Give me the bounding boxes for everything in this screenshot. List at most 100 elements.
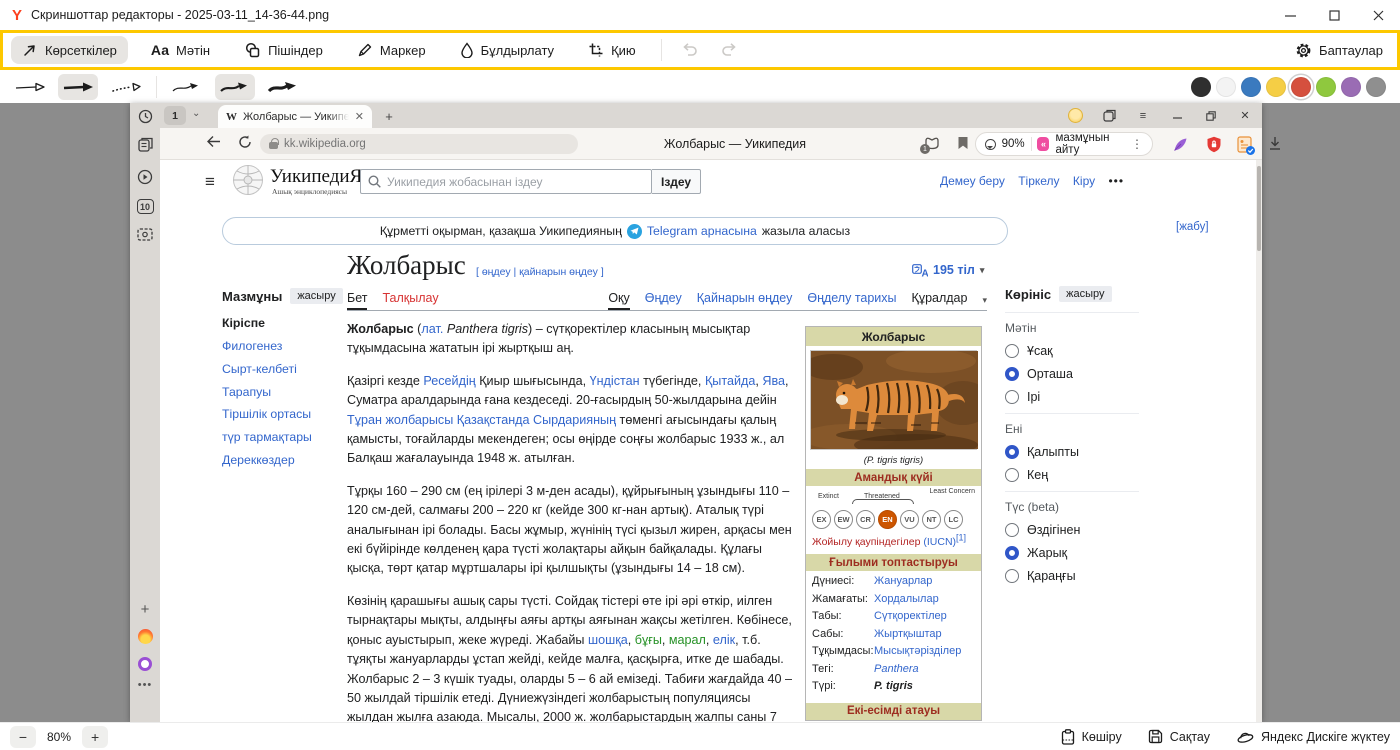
color-swatch-blue[interactable] [1241,77,1261,97]
toc-item-appearance[interactable]: Сырт-келбеті [222,362,340,377]
browser-minimize-button[interactable] [1160,111,1194,120]
minimize-button[interactable] [1268,0,1312,30]
tab-read[interactable]: Оқу [608,291,629,310]
wiki-menu-icon[interactable]: ≡ [205,172,215,192]
radio-icon[interactable] [1005,344,1019,358]
radio-width-standard[interactable]: Қалыпты [1005,445,1139,459]
copy-button[interactable]: Көшіру [1061,729,1122,745]
arrow-style-sketch-medium[interactable] [215,74,255,100]
radio-text-large[interactable]: Ірі [1005,390,1139,404]
copy-tabs-icon[interactable] [1092,109,1126,122]
arrows-tool-button[interactable]: Көрсеткілер [11,36,128,64]
browser-zoom-level[interactable]: 90% [1002,138,1025,150]
history-icon[interactable] [130,109,160,124]
crop-tool-button[interactable]: Қию [577,36,647,64]
marker-tool-button[interactable]: Маркер [346,36,437,64]
color-swatch-black[interactable] [1191,77,1211,97]
browser-avatar[interactable] [1058,108,1092,123]
radio-icon[interactable] [1005,569,1019,583]
browser-close-button[interactable]: ✕ [1228,109,1262,122]
status-link[interactable]: Жойылу қаупіндегілер [812,536,920,548]
search-button[interactable]: Іздеу [652,169,701,194]
zen-flame-icon[interactable] [130,629,160,644]
radio-text-standard[interactable]: Орташа [1005,367,1139,381]
redo-button[interactable] [716,36,744,64]
register-link[interactable]: Тіркелу [1018,174,1059,188]
undo-button[interactable] [676,36,704,64]
color-swatch-white[interactable] [1216,77,1236,97]
back-icon[interactable] [206,135,221,148]
radio-color-auto[interactable]: Өздігінен [1005,523,1139,537]
tab-edit-source[interactable]: Қайнарын өңдеу [697,291,793,310]
panels-icon[interactable] [130,137,160,152]
tabs-chevron-icon[interactable]: ⌄ [192,108,200,119]
tab-close-icon[interactable]: ✕ [355,110,364,123]
tiger-image[interactable] [810,350,977,450]
toc-item-references[interactable]: Дереккөздер [222,453,340,468]
radio-width-wide[interactable]: Кең [1005,468,1139,482]
toc-item-intro[interactable]: Кіріспе [222,316,340,331]
radio-text-small[interactable]: Ұсақ [1005,344,1139,358]
scrollbar-thumb[interactable] [1257,166,1261,251]
radio-icon[interactable] [1005,390,1019,404]
protect-shield-icon[interactable] [1206,136,1222,153]
donate-link[interactable]: Демеу беру [940,174,1005,188]
radio-icon[interactable] [1005,367,1019,381]
browser-tab[interactable]: W Жолбарыс — Уикипед ✕ [218,105,372,128]
page-scrollbar[interactable] [1256,160,1262,722]
bookmark-icon[interactable] [957,136,969,150]
status-en-active[interactable]: EN [878,510,897,529]
color-swatch-gray[interactable] [1366,77,1386,97]
zoom-in-button[interactable]: + [82,726,108,748]
wikipedia-logo[interactable] [232,164,264,196]
collections-icon[interactable]: 1 [924,136,940,150]
radio-icon[interactable] [1005,546,1019,560]
tab-edit[interactable]: Өңдеу [645,291,682,310]
tab-talk[interactable]: Талқылау [382,291,438,310]
arrow-style-sketch-bold[interactable] [263,74,303,100]
toc-item-phylogenesis[interactable]: Филогенез [222,339,340,354]
upload-disk-button[interactable]: Яндекс Дискіге жүктеу [1236,730,1390,744]
counter-badge[interactable]: 10 [130,199,160,214]
tab-counter[interactable]: 1 [164,106,186,125]
status-ew[interactable]: EW [834,510,853,529]
arrow-style-filled[interactable] [58,74,98,100]
arrow-style-outline[interactable] [10,74,50,100]
radio-color-light[interactable]: Жарық [1005,546,1139,560]
status-ref[interactable]: [1] [956,533,966,543]
banner-close-link[interactable]: [жабу] [1176,221,1209,233]
radio-icon[interactable] [1005,523,1019,537]
read-aloud-label[interactable]: мазмұнын айту [1055,132,1125,156]
arrow-style-dotted[interactable] [106,74,146,100]
wiki-wordmark[interactable]: УикипедиЯ [270,166,362,188]
radio-color-dark[interactable]: Қараңғы [1005,569,1139,583]
toc-item-subspecies[interactable]: түр тармақтары [222,430,340,445]
browser-menu-icon[interactable]: ≡ [1126,110,1160,122]
settings-button[interactable]: Баптаулар [1295,42,1389,59]
close-button[interactable] [1356,0,1400,30]
search-input[interactable] [387,175,644,189]
arrow-style-sketch-thin[interactable] [167,74,207,100]
summary-doc-icon[interactable] [1237,136,1252,153]
add-panel-icon[interactable]: + [130,601,160,618]
status-ex[interactable]: EX [812,510,831,529]
status-vu[interactable]: VU [900,510,919,529]
status-org[interactable]: (IUCN) [923,536,956,548]
feather-icon[interactable] [1172,136,1189,153]
pill-kebab-icon[interactable]: ⋮ [1131,137,1143,151]
text-tool-button[interactable]: Аа Мәтін [140,36,221,64]
screenshot-icon[interactable] [130,227,160,242]
more-links-icon[interactable]: ••• [1108,174,1124,188]
color-swatch-yellow[interactable] [1266,77,1286,97]
color-swatch-red[interactable] [1291,77,1311,97]
banner-link[interactable]: Telegram арнасына [647,224,757,238]
toc-hide-button[interactable]: жасыру [290,288,342,304]
shapes-tool-button[interactable]: Пішіндер [233,36,334,64]
browser-restore-button[interactable] [1194,111,1228,121]
editor-canvas[interactable]: 10 + ••• 1 ⌄ W Жолбарыс — Уикипед ✕ + [0,103,1400,722]
download-icon[interactable] [1268,136,1282,151]
status-cr[interactable]: CR [856,510,875,529]
appearance-hide-button[interactable]: жасыру [1059,286,1111,302]
color-swatch-purple[interactable] [1341,77,1361,97]
login-link[interactable]: Кіру [1073,174,1095,188]
